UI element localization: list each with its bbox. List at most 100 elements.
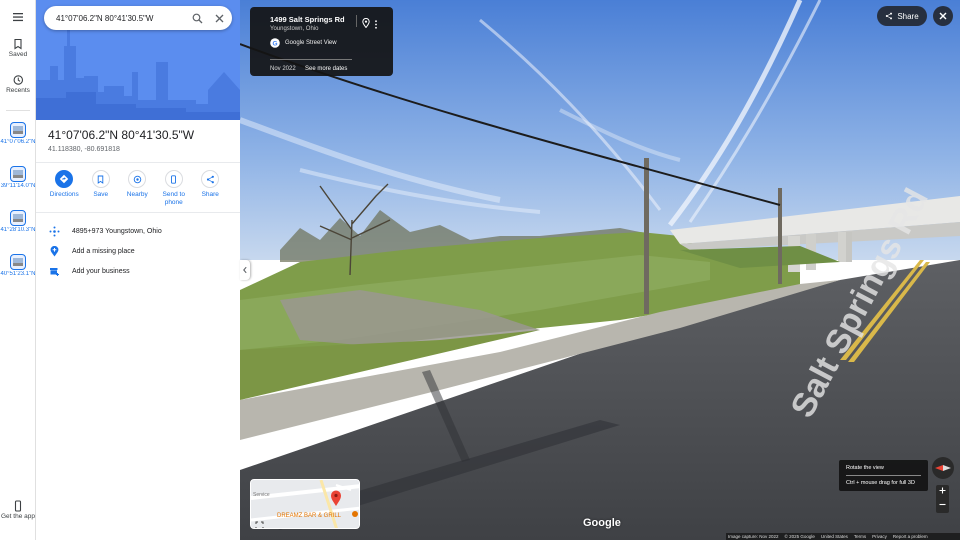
- add-business-row[interactable]: Add your business: [46, 263, 236, 279]
- zoom-out-button[interactable]: [936, 499, 949, 513]
- expand-minimap-button[interactable]: [255, 517, 264, 528]
- send-to-phone-button[interactable]: Send to phone: [156, 170, 193, 207]
- divider: [36, 212, 240, 213]
- bookmark-icon: [98, 175, 104, 184]
- location-title: 1499 Salt Springs Rd: [270, 15, 345, 24]
- recent-item[interactable]: 41°28'10.3"N: [0, 210, 36, 234]
- left-rail: Saved Recents 41°07'06.2"N 39°11'14.0"N: [0, 0, 36, 540]
- minimap-map: Service DREAMZ BAR & GRILL: [251, 480, 359, 528]
- place-panel: 41°07'06.2"N 80°41'30.5"W 41.118380, -80…: [36, 0, 240, 540]
- directions-label: Directions: [49, 191, 79, 198]
- save-circle: [91, 170, 110, 188]
- directions-circle: [55, 170, 74, 188]
- share-label: Share: [201, 191, 219, 198]
- more-vert-icon: [375, 20, 377, 29]
- recent-thumb: [10, 122, 26, 138]
- save-button[interactable]: Save: [83, 170, 120, 207]
- add-location-icon: [46, 243, 62, 259]
- history-icon: [13, 75, 24, 85]
- plus-code-icon: [46, 223, 62, 239]
- card-divider: [356, 15, 357, 27]
- divider: [36, 162, 240, 163]
- recent-label: 39°11'14.0"N: [0, 183, 36, 189]
- report-problem-link[interactable]: Report a problem: [893, 534, 928, 539]
- minimap-road-label: Service: [253, 492, 270, 498]
- rotate-view-tooltip: Rotate the view Ctrl + mouse drag for fu…: [839, 460, 928, 491]
- google-logo-icon: G: [270, 38, 280, 48]
- action-bar: Directions Save Nearby Send to phone Sha…: [46, 170, 236, 207]
- zoom-in-button[interactable]: [936, 485, 949, 499]
- share-button[interactable]: Share: [877, 6, 927, 26]
- recent-item[interactable]: 40°51'23.1"N: [0, 254, 36, 278]
- street-view-scene: Salt Springs Rd: [240, 0, 960, 540]
- street-view-canvas[interactable]: Salt Springs Rd: [240, 0, 960, 540]
- add-business-text: Add your business: [72, 267, 130, 275]
- recent-item[interactable]: 39°11'14.0"N: [0, 166, 36, 190]
- minimap[interactable]: Service DREAMZ BAR & GRILL: [250, 479, 360, 529]
- minus-icon: [939, 503, 946, 506]
- recent-item[interactable]: 41°07'06.2"N: [0, 122, 36, 146]
- rail-divider: [6, 110, 30, 111]
- share-icon: [886, 12, 893, 20]
- recent-thumb: [10, 166, 26, 182]
- menu-button[interactable]: [0, 10, 36, 24]
- image-capture-text: Image capture: Nov 2022: [728, 534, 779, 539]
- search-input[interactable]: [56, 13, 184, 23]
- compass-button[interactable]: [932, 457, 954, 479]
- terms-link[interactable]: Terms: [854, 534, 866, 539]
- copyright-text: © 2025 Google: [784, 534, 815, 539]
- directions-icon: [60, 174, 69, 184]
- street-view-thumb-icon: [13, 258, 23, 266]
- chevron-left-icon: [243, 266, 247, 274]
- plus-code-row[interactable]: 4895+973 Youngstown, Ohio: [46, 223, 236, 239]
- save-label: Save: [93, 191, 109, 198]
- add-business-icon: [46, 263, 62, 279]
- tooltip-divider: [846, 475, 921, 476]
- street-view-source-label: Google Street View: [285, 40, 337, 46]
- more-options-button[interactable]: [374, 16, 378, 34]
- phone-icon: [14, 500, 22, 512]
- get-app-button[interactable]: Get the app: [0, 500, 36, 520]
- recents-button[interactable]: Recents: [0, 74, 36, 94]
- svg-text:G: G: [272, 40, 277, 47]
- see-more-dates-link[interactable]: See more dates: [305, 66, 347, 72]
- add-missing-place-row[interactable]: Add a missing place: [46, 243, 236, 259]
- place-coordinates: 41.118380, -80.691818: [48, 146, 120, 153]
- directions-button[interactable]: Directions: [46, 170, 83, 207]
- minimap-poi-label: DREAMZ BAR & GRILL: [277, 513, 342, 519]
- share-place-button[interactable]: Share: [192, 170, 229, 207]
- send-to-phone-label: Send to phone: [162, 191, 185, 206]
- location-pin-icon: [362, 17, 370, 29]
- collapse-panel-button[interactable]: [240, 260, 250, 280]
- fullscreen-icon: [255, 521, 264, 528]
- share-icon: [206, 175, 214, 183]
- get-app-label: Get the app: [1, 513, 35, 520]
- share-circle: [201, 170, 220, 188]
- close-street-view-button[interactable]: [933, 6, 953, 26]
- recent-thumb: [10, 254, 26, 270]
- plus-icon: [939, 487, 946, 494]
- recent-label: 41°28'10.3"N: [0, 227, 36, 233]
- recent-label: 41°07'06.2"N: [0, 139, 36, 145]
- nearby-label: Nearby: [126, 191, 148, 198]
- nearby-button[interactable]: Nearby: [119, 170, 156, 207]
- saved-button[interactable]: Saved: [0, 38, 36, 58]
- close-icon: [215, 14, 223, 22]
- search-button[interactable]: [188, 9, 206, 27]
- street-view-thumb-icon: [13, 170, 23, 178]
- share-button-label: Share: [897, 11, 919, 21]
- menu-icon: [13, 13, 23, 22]
- nearby-icon: [133, 175, 141, 183]
- hero-image: [36, 0, 240, 120]
- capture-date: Nov 2022: [270, 66, 296, 72]
- plus-code-text: 4895+973 Youngstown, Ohio: [72, 227, 162, 235]
- phone-icon: [171, 174, 177, 184]
- clear-search-button[interactable]: [210, 9, 228, 27]
- maps-app: Saved Recents 41°07'06.2"N 39°11'14.0"N: [0, 0, 960, 540]
- privacy-link[interactable]: Privacy: [872, 534, 887, 539]
- send-to-phone-circle: [164, 170, 183, 188]
- street-view-thumb-icon: [13, 214, 23, 222]
- location-pin-button[interactable]: [362, 15, 370, 33]
- country-link[interactable]: United States: [821, 534, 848, 539]
- recent-label: 40°51'23.1"N: [0, 271, 36, 277]
